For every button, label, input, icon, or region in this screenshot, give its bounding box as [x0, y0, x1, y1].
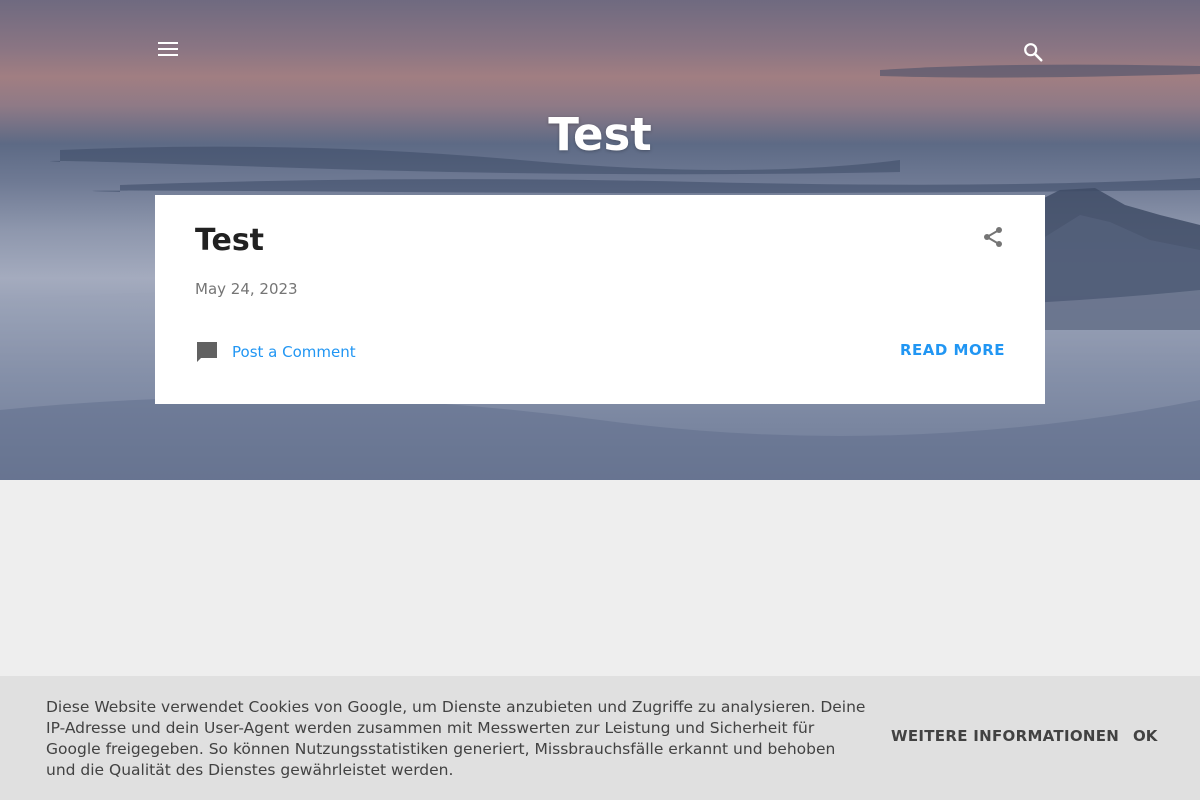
search-icon [1024, 43, 1043, 62]
cookie-more-info-button[interactable]: WEITERE INFORMATIONEN [891, 727, 1119, 745]
post-title[interactable]: Test [195, 223, 264, 258]
cookie-ok-button[interactable]: OK [1133, 727, 1157, 745]
hamburger-menu-icon [158, 42, 178, 56]
cookie-notice-bar: Diese Website verwendet Cookies von Goog… [0, 676, 1200, 800]
post-comment-link[interactable]: Post a Comment [195, 340, 356, 364]
menu-button[interactable] [155, 36, 181, 62]
read-more-link[interactable]: READ MORE [900, 341, 1005, 359]
post-card: Test May 24, 2023 Post a Comment READ MO… [155, 195, 1045, 404]
comment-icon [197, 342, 217, 362]
share-button[interactable] [981, 225, 1005, 249]
post-comment-label: Post a Comment [232, 343, 356, 361]
share-icon [984, 227, 1002, 247]
blog-title[interactable]: Test [0, 108, 1200, 161]
cookie-notice-text: Diese Website verwendet Cookies von Goog… [46, 698, 866, 779]
search-button[interactable] [1019, 38, 1047, 66]
post-date: May 24, 2023 [195, 280, 298, 298]
